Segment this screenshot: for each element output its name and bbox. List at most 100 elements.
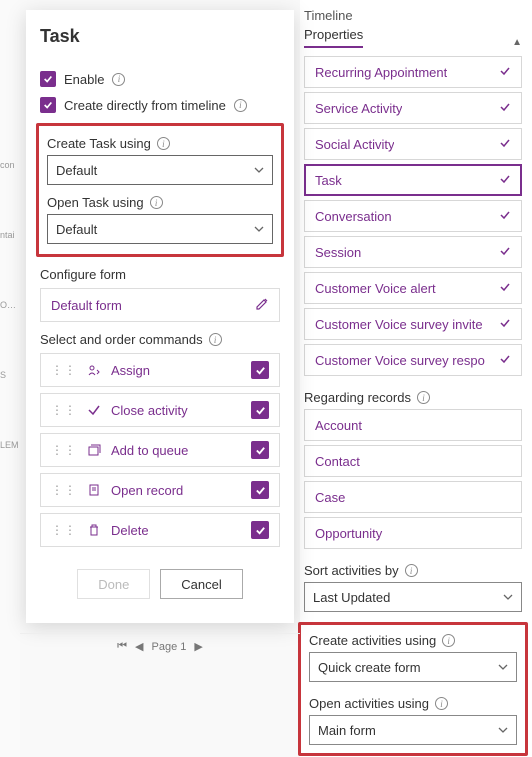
enable-checkbox[interactable] <box>40 71 56 87</box>
chevron-down-icon <box>503 590 513 605</box>
chevron-down-icon <box>498 660 508 675</box>
activity-type-label: Customer Voice survey invite <box>315 317 483 332</box>
commands-list: ⋮⋮Assign⋮⋮Close activity⋮⋮Add to queue⋮⋮… <box>40 353 280 547</box>
check-icon <box>499 317 511 332</box>
activity-type-item[interactable]: Customer Voice survey invite <box>304 308 522 340</box>
configure-form-label: Configure form <box>40 267 280 282</box>
create-task-using-select[interactable]: Default <box>47 155 273 185</box>
activity-type-item[interactable]: Session <box>304 236 522 268</box>
drag-handle-icon[interactable]: ⋮⋮ <box>51 483 77 497</box>
drag-handle-icon[interactable]: ⋮⋮ <box>51 363 77 377</box>
create-activities-using-select[interactable]: Quick create form <box>309 652 517 682</box>
edit-icon[interactable] <box>255 297 269 314</box>
trash-icon <box>87 523 101 537</box>
command-label: Assign <box>111 363 241 378</box>
chevron-down-icon <box>254 163 264 178</box>
cancel-button[interactable]: Cancel <box>160 569 242 599</box>
drag-handle-icon[interactable]: ⋮⋮ <box>51 403 77 417</box>
command-row[interactable]: ⋮⋮ Close activity <box>40 393 280 427</box>
command-row[interactable]: ⋮⋮Add to queue <box>40 433 280 467</box>
activity-type-item[interactable]: Recurring Appointment <box>304 56 522 88</box>
task-panel: Task Enable i Create directly from timel… <box>26 10 294 623</box>
command-label: Delete <box>111 523 241 538</box>
chevron-down-icon <box>498 723 508 738</box>
activity-type-label: Session <box>315 245 361 260</box>
info-icon[interactable]: i <box>435 697 448 710</box>
open-task-using-label: Open Task using i <box>47 195 273 210</box>
properties-tab[interactable]: Properties <box>304 27 363 48</box>
info-icon[interactable]: i <box>417 391 430 404</box>
command-label: Open record <box>111 483 241 498</box>
pager-next-icon[interactable]: ▶ <box>194 640 202 653</box>
info-icon[interactable]: i <box>405 564 418 577</box>
open-task-using-select[interactable]: Default <box>47 214 273 244</box>
pager-prev-icon[interactable]: ◀ <box>135 640 143 653</box>
activity-type-item[interactable]: Customer Voice survey respo <box>304 344 522 376</box>
open-activities-using-select[interactable]: Main form <box>309 715 517 745</box>
activity-type-item[interactable]: Social Activity <box>304 128 522 160</box>
command-checkbox[interactable] <box>251 481 269 499</box>
activity-type-label: Task <box>315 173 342 188</box>
command-label: Close activity <box>111 403 241 418</box>
activity-type-label: Social Activity <box>315 137 394 152</box>
collapse-icon[interactable]: ▲ <box>512 37 522 48</box>
info-icon[interactable]: i <box>150 196 163 209</box>
command-checkbox[interactable] <box>251 441 269 459</box>
background-left-strip: con ntai ORTI S LEM <box>0 0 20 757</box>
pager-first-icon[interactable]: ⏮ <box>117 640 127 653</box>
commands-label: Select and order commands i <box>40 332 280 347</box>
regarding-label: Opportunity <box>315 526 382 541</box>
drag-handle-icon[interactable]: ⋮⋮ <box>51 443 77 457</box>
create-from-timeline-checkbox[interactable] <box>40 97 56 113</box>
activity-type-item[interactable]: Service Activity <box>304 92 522 124</box>
chevron-down-icon <box>254 222 264 237</box>
create-task-using-label: Create Task using i <box>47 136 273 151</box>
activity-type-item[interactable]: Conversation <box>304 200 522 232</box>
activity-type-label: Customer Voice survey respo <box>315 353 485 368</box>
configure-form-row[interactable]: Default form <box>40 288 280 322</box>
info-icon[interactable]: i <box>112 73 125 86</box>
command-checkbox[interactable] <box>251 521 269 539</box>
info-icon[interactable]: i <box>209 333 222 346</box>
info-icon[interactable]: i <box>442 634 455 647</box>
command-checkbox[interactable] <box>251 401 269 419</box>
open-activities-using-label: Open activities using i <box>309 696 517 711</box>
regarding-item[interactable]: Opportunity <box>304 517 522 549</box>
activity-type-label: Recurring Appointment <box>315 65 447 80</box>
regarding-records-label: Regarding records i <box>304 390 522 405</box>
drag-handle-icon[interactable]: ⋮⋮ <box>51 523 77 537</box>
command-row[interactable]: ⋮⋮ Assign <box>40 353 280 387</box>
sort-activities-label: Sort activities by i <box>304 563 522 578</box>
pager-label: Page 1 <box>152 641 187 653</box>
create-from-timeline-label: Create directly from timeline <box>64 98 226 113</box>
activity-type-item[interactable]: Task <box>304 164 522 196</box>
sort-activities-select[interactable]: Last Updated <box>304 582 522 612</box>
done-button: Done <box>77 569 150 599</box>
check-icon <box>499 245 511 260</box>
check-icon <box>499 209 511 224</box>
command-row[interactable]: ⋮⋮ Delete <box>40 513 280 547</box>
timeline-heading: Timeline <box>304 8 522 23</box>
activity-type-label: Conversation <box>315 209 392 224</box>
pager: ⏮ ◀ Page 1 ▶ <box>20 633 300 653</box>
check-icon <box>87 403 101 417</box>
regarding-item[interactable]: Account <box>304 409 522 441</box>
regarding-label: Case <box>315 490 345 505</box>
create-activities-using-label: Create activities using i <box>309 633 517 648</box>
command-checkbox[interactable] <box>251 361 269 379</box>
queue-icon <box>87 443 101 457</box>
info-icon[interactable]: i <box>157 137 170 150</box>
regarding-item[interactable]: Case <box>304 481 522 513</box>
regarding-label: Account <box>315 418 362 433</box>
activity-type-item[interactable]: Customer Voice alert <box>304 272 522 304</box>
command-row[interactable]: ⋮⋮ Open record <box>40 473 280 507</box>
panel-title: Task <box>40 26 280 47</box>
person-icon <box>87 363 101 377</box>
check-icon <box>499 101 511 116</box>
check-icon <box>499 173 511 188</box>
regarding-item[interactable]: Contact <box>304 445 522 477</box>
record-icon <box>87 483 101 497</box>
highlight-box-right: Create activities using i Quick create f… <box>298 622 528 756</box>
info-icon[interactable]: i <box>234 99 247 112</box>
regarding-label: Contact <box>315 454 360 469</box>
